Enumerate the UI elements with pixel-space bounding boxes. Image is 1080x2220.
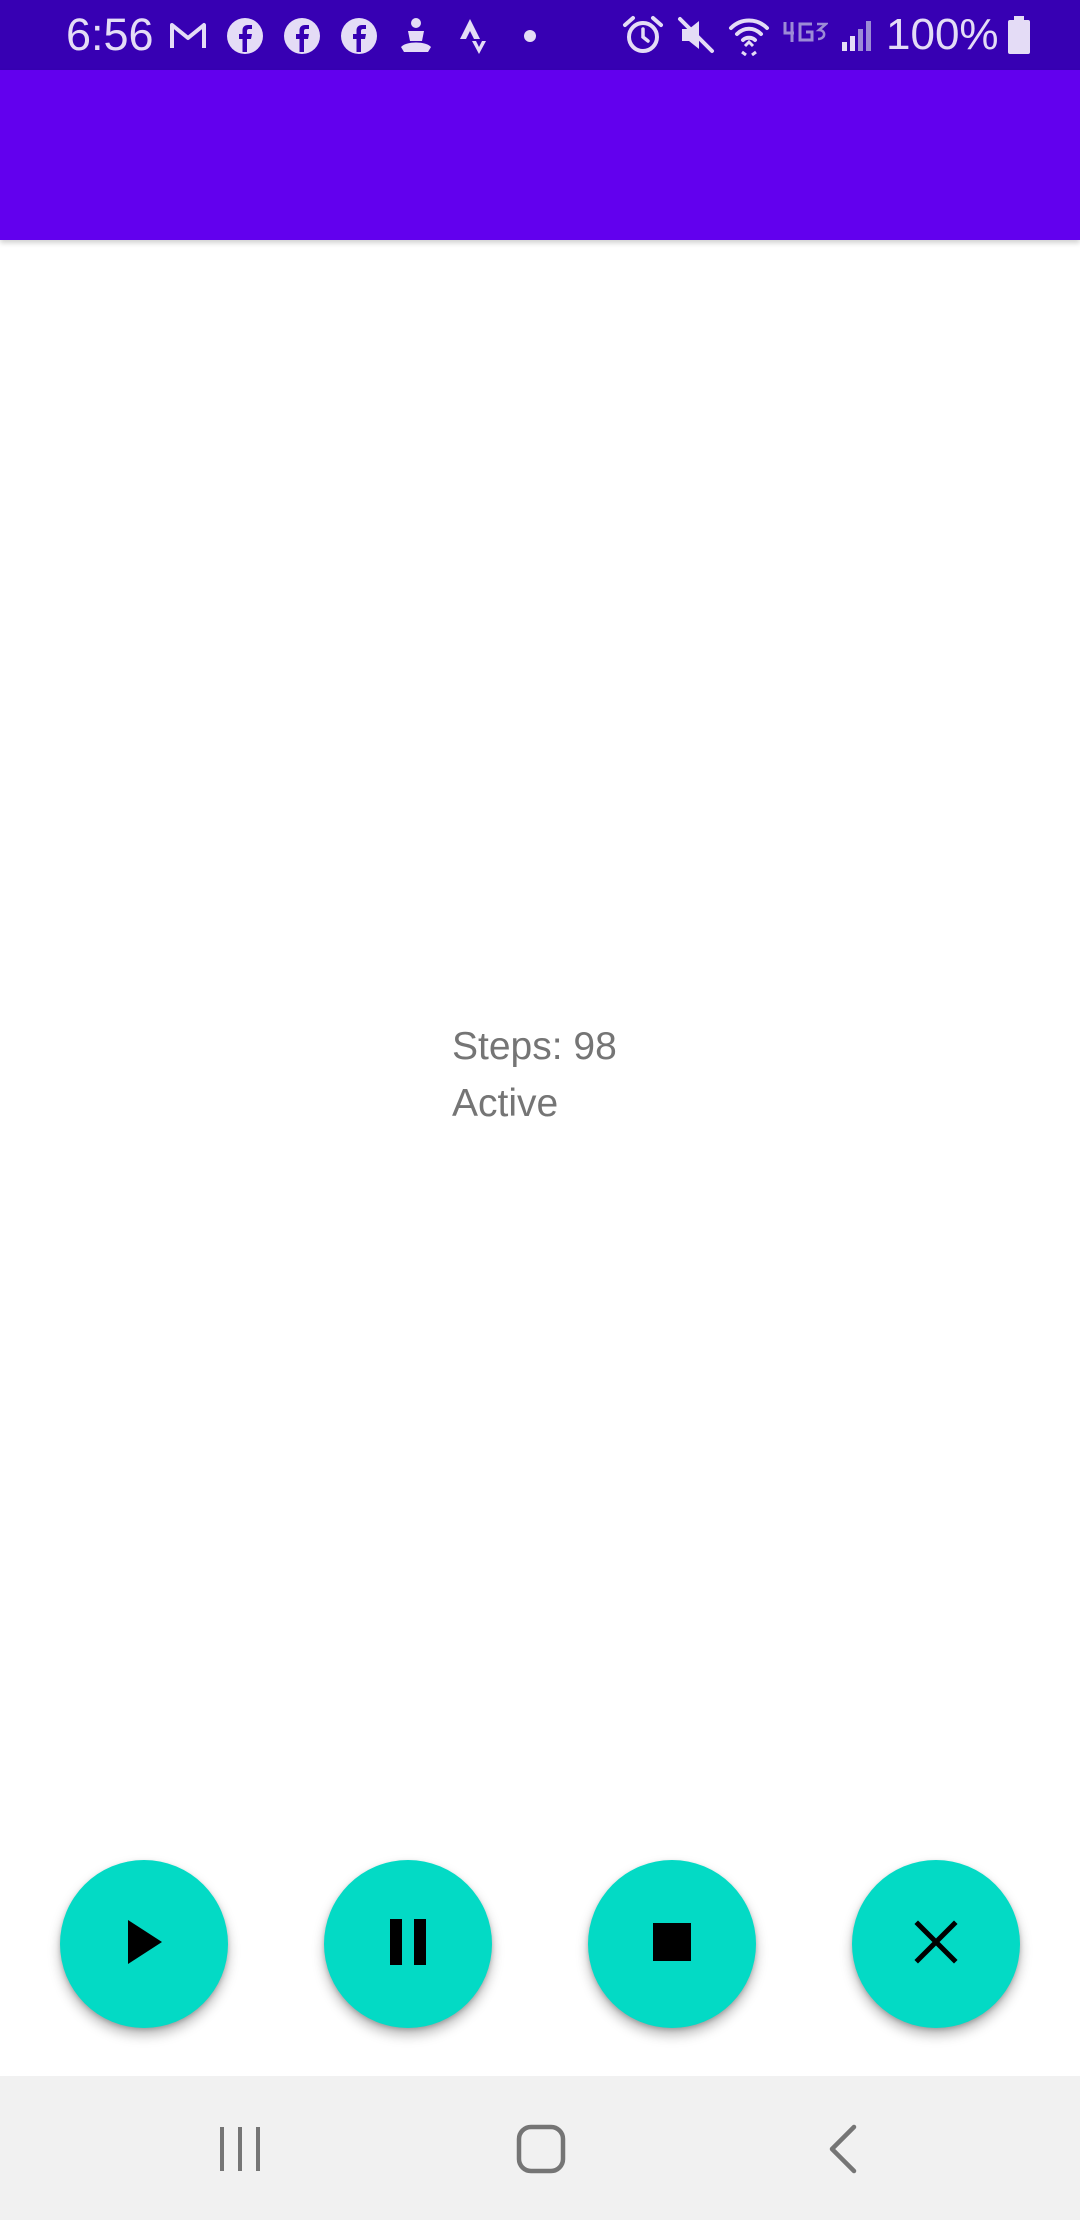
battery-percent: 100% bbox=[886, 10, 999, 59]
more-notifications-dot-icon bbox=[510, 16, 550, 56]
gmail-icon bbox=[168, 16, 208, 56]
stop-icon bbox=[653, 1922, 691, 1966]
meditation-app-icon bbox=[396, 16, 436, 56]
facebook-icon bbox=[339, 16, 379, 56]
cellular-signal-icon bbox=[840, 15, 874, 55]
pause-icon bbox=[388, 1918, 428, 1970]
app-bar bbox=[0, 70, 1080, 240]
pause-button[interactable] bbox=[324, 1860, 492, 2028]
strava-icon bbox=[453, 16, 493, 56]
close-icon bbox=[914, 1919, 958, 1969]
play-button[interactable] bbox=[60, 1860, 228, 2028]
play-icon bbox=[124, 1918, 164, 1971]
system-nav-bar bbox=[0, 2076, 1080, 2220]
alarm-icon bbox=[622, 15, 664, 55]
back-icon bbox=[826, 2124, 860, 2179]
step-info: Steps: 98 Active bbox=[452, 1018, 617, 1132]
activity-status-label: Active bbox=[452, 1082, 559, 1125]
back-button[interactable] bbox=[808, 2116, 878, 2186]
recents-icon bbox=[218, 2126, 262, 2177]
steps-count-label: Steps: 98 bbox=[452, 1025, 617, 1068]
stop-button[interactable] bbox=[588, 1860, 756, 2028]
4g-icon bbox=[782, 15, 828, 55]
mute-icon bbox=[676, 15, 716, 55]
system-icons: 100% bbox=[622, 12, 1043, 58]
recents-button[interactable] bbox=[205, 2116, 275, 2186]
home-icon bbox=[516, 2124, 566, 2179]
home-button[interactable] bbox=[506, 2116, 576, 2186]
close-button[interactable] bbox=[852, 1860, 1020, 2028]
status-bar: 6:56 100% bbox=[0, 0, 1080, 70]
facebook-icon bbox=[225, 16, 265, 56]
battery-icon bbox=[1007, 15, 1031, 55]
notification-icons bbox=[168, 14, 567, 58]
status-time: 6:56 bbox=[66, 9, 154, 60]
wifi-icon bbox=[728, 15, 770, 56]
facebook-icon bbox=[282, 16, 322, 56]
